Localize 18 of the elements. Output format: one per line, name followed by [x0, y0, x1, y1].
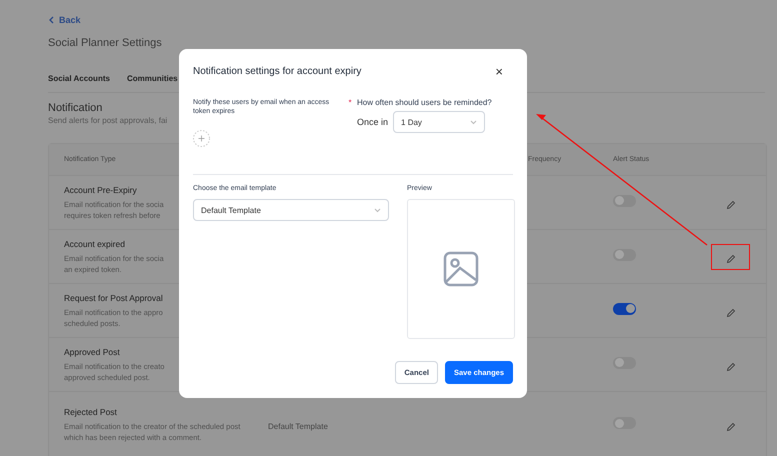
notification-title: Account Pre-Expiry: [64, 184, 137, 194]
field-label: Once in: [357, 117, 388, 127]
section-subtitle: Send alerts for post approvals, fai: [48, 116, 168, 125]
notification-title: Request for Post Approval: [64, 292, 163, 302]
notification-title: Approved Post: [64, 346, 120, 356]
field-label: How often should users be reminded?: [357, 98, 493, 107]
tab[interactable]: Communities: [126, 74, 178, 83]
section-heading: Notification: [48, 102, 102, 114]
tab[interactable]: Social Accounts: [48, 74, 110, 83]
template-cell: Default Template: [268, 422, 328, 431]
page-title: Social Planner Settings: [48, 37, 163, 49]
close-button[interactable]: ×: [495, 65, 513, 78]
reminder-select[interactable]: 1 Day: [393, 111, 486, 133]
notification-title: Account expired: [64, 238, 125, 248]
dialog-title: Notification settings for account expiry: [193, 66, 362, 77]
template-select[interactable]: Default Template: [193, 199, 389, 221]
notification-title: Rejected Post: [64, 407, 117, 417]
required-mark: *: [347, 98, 353, 109]
